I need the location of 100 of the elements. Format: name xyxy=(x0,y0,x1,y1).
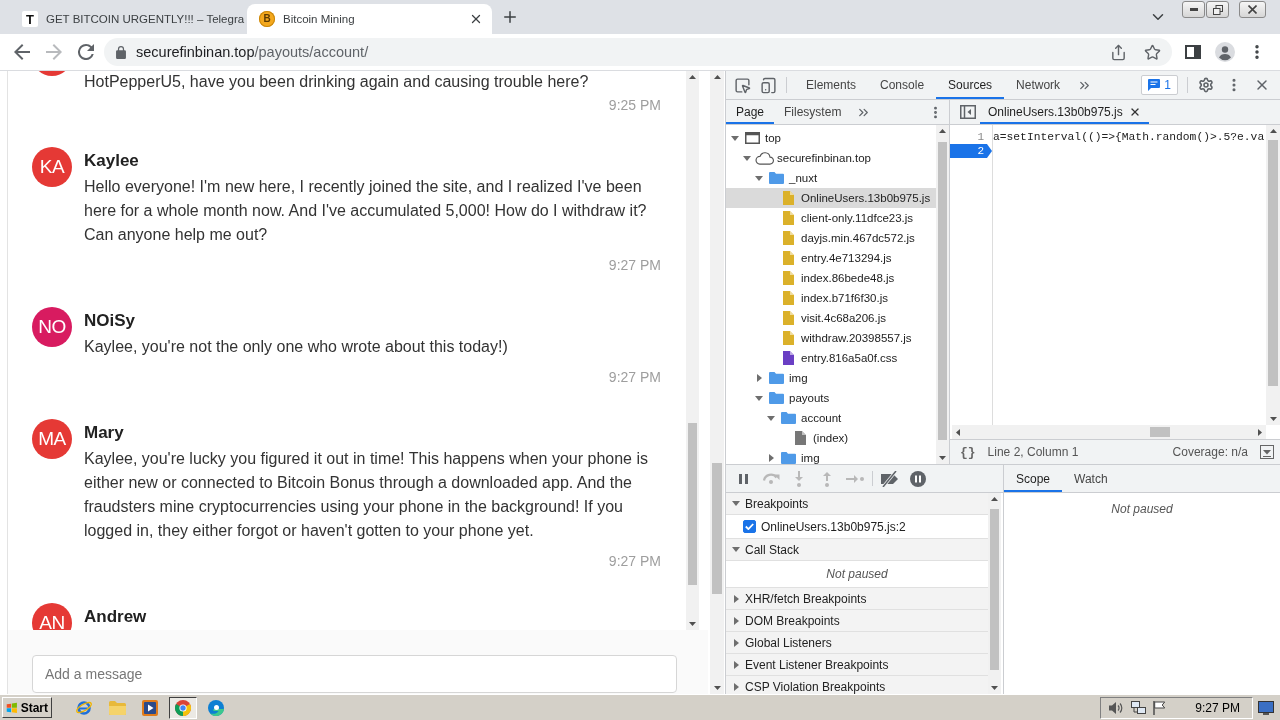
inspect-icon[interactable] xyxy=(733,76,751,94)
address-bar[interactable]: securefinbinan.top/payouts/account/ xyxy=(104,38,1172,66)
scrollbar-thumb[interactable] xyxy=(688,423,697,586)
scrollbar-thumb[interactable] xyxy=(938,141,947,441)
tree-item[interactable]: payouts xyxy=(726,388,936,408)
flag-icon[interactable] xyxy=(1153,700,1167,715)
bookmark-star-icon[interactable] xyxy=(1143,43,1161,61)
drawer-toggle-icon[interactable] xyxy=(1260,445,1274,459)
navigator-tab[interactable]: Filesystem xyxy=(774,100,852,124)
ring-orbit-icon[interactable] xyxy=(75,699,93,716)
message-input[interactable]: Add a message xyxy=(32,655,677,693)
restore-button[interactable] xyxy=(1206,1,1229,18)
panel-tab[interactable]: Network xyxy=(1004,71,1073,99)
tree-item[interactable]: entry.4e713294.js xyxy=(726,248,936,268)
caret-down-icon[interactable] xyxy=(743,155,751,161)
section-header[interactable]: Breakpoints xyxy=(726,493,988,515)
scroll-up-icon[interactable] xyxy=(1269,129,1277,133)
section-header[interactable]: Call Stack xyxy=(726,539,988,561)
back-icon[interactable] xyxy=(14,44,30,60)
tree-item[interactable]: index.b71f6f30.js xyxy=(726,288,936,308)
swirl-icon[interactable] xyxy=(208,699,224,716)
section-header[interactable]: Event Listener Breakpoints xyxy=(726,654,988,676)
horizontal-scrollbar[interactable] xyxy=(952,425,1266,439)
close-button[interactable] xyxy=(1239,1,1266,18)
tree-item[interactable]: (index) xyxy=(726,428,936,448)
profile-icon[interactable] xyxy=(1215,42,1235,62)
scrollbar[interactable] xyxy=(988,493,1001,694)
sidebar-tab[interactable]: Scope xyxy=(1004,465,1063,492)
reload-icon[interactable] xyxy=(78,44,94,60)
scroll-down-icon[interactable] xyxy=(689,622,696,626)
tree-item[interactable]: img xyxy=(726,368,936,388)
start-button[interactable]: Start xyxy=(2,697,52,718)
caret-right-icon[interactable] xyxy=(768,454,774,462)
scrollbar[interactable] xyxy=(686,71,699,630)
new-tab-icon[interactable] xyxy=(501,8,519,26)
caret-right-icon[interactable] xyxy=(733,660,739,669)
scroll-left-icon[interactable] xyxy=(956,428,960,436)
tree-item[interactable]: _nuxt xyxy=(726,168,936,188)
caret-down-icon[interactable] xyxy=(732,501,740,506)
scroll-down-icon[interactable] xyxy=(713,686,721,690)
scrollbar-thumb[interactable] xyxy=(712,463,722,595)
side-panel-icon[interactable] xyxy=(1185,45,1201,59)
checkbox[interactable] xyxy=(743,520,756,533)
caret-right-icon[interactable] xyxy=(733,682,739,691)
scroll-down-icon[interactable] xyxy=(991,686,998,690)
section-header[interactable]: Global Listeners xyxy=(726,632,988,654)
caret-down-icon[interactable] xyxy=(731,135,739,141)
desktop-icon[interactable] xyxy=(1258,700,1274,715)
scroll-down-icon[interactable] xyxy=(939,456,946,460)
tree-item[interactable]: entry.816a5a0f.css xyxy=(726,348,936,368)
tree-item[interactable]: dayjs.min.467dc572.js xyxy=(726,228,936,248)
close-icon[interactable] xyxy=(1254,77,1270,93)
scroll-up-icon[interactable] xyxy=(713,75,721,79)
panel-tab[interactable]: Console xyxy=(868,71,937,99)
caret-down-icon[interactable] xyxy=(767,415,775,421)
deactivate-breakpoints-icon[interactable] xyxy=(879,470,901,487)
scrollbar[interactable] xyxy=(936,125,949,464)
pause-on-exceptions-icon[interactable] xyxy=(910,470,926,487)
speaker-icon[interactable] xyxy=(1109,700,1125,715)
scroll-up-icon[interactable] xyxy=(939,129,946,133)
scrollbar[interactable] xyxy=(710,71,724,694)
panel-tab[interactable]: Elements xyxy=(794,71,869,99)
tree-item[interactable]: visit.4c68a206.js xyxy=(726,308,936,328)
breakpoint-marker[interactable]: 2 xyxy=(950,144,992,158)
caret-right-icon[interactable] xyxy=(733,616,739,625)
network-icon[interactable] xyxy=(1131,700,1147,715)
section-header[interactable]: DOM Breakpoints xyxy=(726,610,988,632)
caret-down-icon[interactable] xyxy=(755,175,763,181)
scroll-down-icon[interactable] xyxy=(1269,417,1277,421)
scrollbar-thumb[interactable] xyxy=(1268,140,1278,386)
share-icon[interactable] xyxy=(1109,43,1127,61)
browser-tab[interactable]: B Bitcoin Mining xyxy=(247,4,492,34)
tree-item[interactable]: index.86bede48.js xyxy=(726,268,936,288)
caret-down-icon[interactable] xyxy=(755,395,763,401)
issues-button[interactable]: 1 xyxy=(1141,75,1178,95)
settings-icon[interactable] xyxy=(1198,77,1214,93)
sidebar-toggle-icon[interactable] xyxy=(960,105,976,119)
tree-item[interactable]: client-only.11dfce23.js xyxy=(726,208,936,228)
device-toolbar-icon[interactable] xyxy=(759,76,777,94)
pause-icon[interactable] xyxy=(738,473,748,484)
caret-right-icon[interactable] xyxy=(733,638,739,647)
section-header[interactable]: CSP Violation Breakpoints xyxy=(726,676,988,694)
tree-item[interactable]: withdraw.20398557.js xyxy=(726,328,936,348)
scroll-up-icon[interactable] xyxy=(689,75,696,79)
tree-item[interactable]: securefinbinan.top xyxy=(726,148,936,168)
tree-item[interactable]: account xyxy=(726,408,936,428)
play-tile-icon[interactable] xyxy=(142,699,158,716)
scroll-up-icon[interactable] xyxy=(991,497,998,501)
scrollbar-thumb[interactable] xyxy=(1149,427,1171,437)
minimize-button[interactable] xyxy=(1182,1,1205,18)
tree-item[interactable]: img xyxy=(726,448,936,464)
caret-right-icon[interactable] xyxy=(733,594,739,603)
scrollbar[interactable] xyxy=(1266,125,1280,425)
navigator-tab[interactable]: Page xyxy=(726,100,775,124)
section-header[interactable]: XHR/fetch Breakpoints xyxy=(726,588,988,610)
tab-close-icon[interactable] xyxy=(469,12,483,26)
scroll-right-icon[interactable] xyxy=(1258,428,1262,436)
tree-item[interactable]: top xyxy=(726,128,936,148)
sidebar-tab[interactable]: Watch xyxy=(1062,465,1120,492)
caret-right-icon[interactable] xyxy=(756,374,762,382)
